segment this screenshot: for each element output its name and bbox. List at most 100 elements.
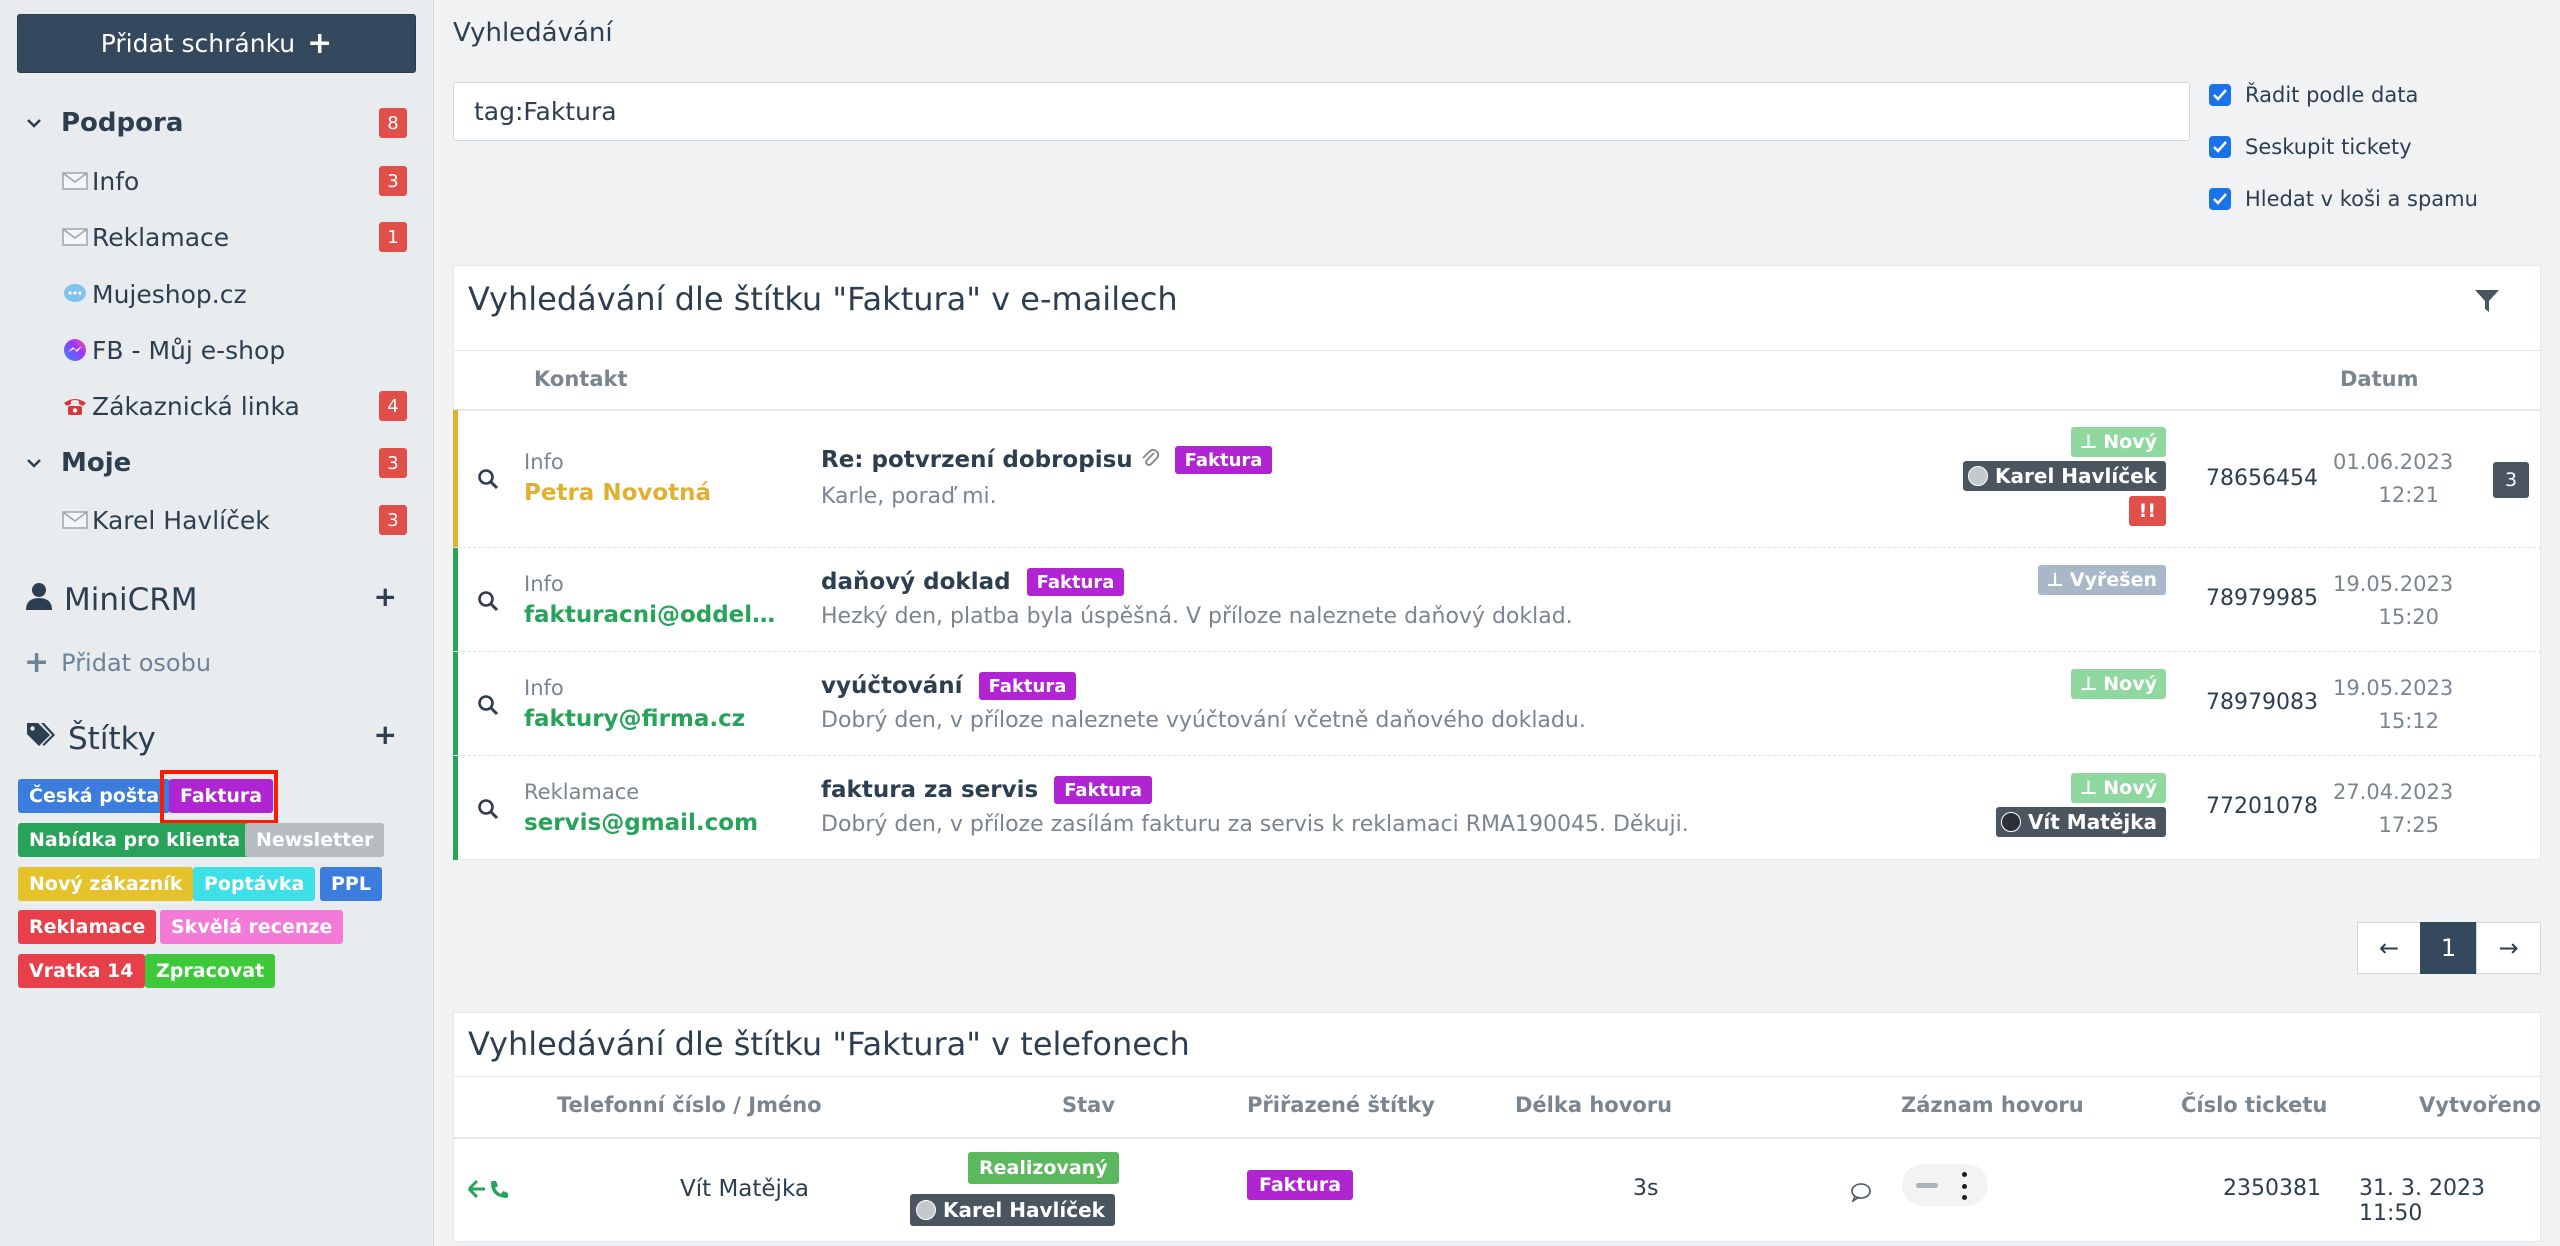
tag-newsletter[interactable]: Newsletter <box>245 823 385 857</box>
tags-section-title: Štítky <box>26 721 156 757</box>
email-date: 27.04.2023 17:25 <box>2333 780 2454 837</box>
assigned-agent-badge[interactable]: Karel Havlíček <box>1963 461 2166 491</box>
checkbox-checked[interactable] <box>2209 188 2231 210</box>
add-crm-plus-icon[interactable]: + <box>374 580 397 613</box>
status-badge[interactable]: ⊥ Vyřešen <box>2037 565 2166 595</box>
assigned-agent-badge[interactable]: Vít Matějka <box>1995 807 2166 837</box>
phone-icon <box>60 393 90 419</box>
add-person-label: Přidat osobu <box>61 648 212 677</box>
add-tag-plus-icon[interactable]: + <box>374 718 397 751</box>
status-badge[interactable]: ⊥ Nový <box>2070 427 2166 457</box>
sidebar-item-info[interactable]: Info 3 <box>0 159 434 203</box>
thread-count-badge[interactable]: 3 <box>2493 462 2529 498</box>
more-options-icon[interactable] <box>1957 1172 1971 1200</box>
envelope-icon <box>60 168 90 194</box>
option-group-tickets[interactable]: Seskupit tickety <box>2209 135 2412 159</box>
chat-bubble-icon <box>60 281 90 307</box>
avatar <box>1968 466 1989 486</box>
tag-faktura[interactable]: Faktura <box>1054 776 1152 804</box>
email-row[interactable]: Info Petra Novotná Re: potvrzení dobropi… <box>453 410 2541 548</box>
sidebar-item-label: Reklamace <box>92 222 230 252</box>
contact-name[interactable]: faktury@firma.cz <box>524 706 745 732</box>
tag-faktura[interactable]: Faktura <box>978 672 1077 700</box>
status-badge[interactable]: ⊥ Nový <box>2070 669 2166 699</box>
audio-player[interactable] <box>1902 1164 1988 1206</box>
contact-name[interactable]: servis@gmail.com <box>524 810 758 836</box>
sidebar-item-label: Karel Havlíček <box>92 505 270 535</box>
tag-vratka-14[interactable]: Vratka 14 <box>18 954 145 988</box>
option-search-trash-spam[interactable]: Hledat v koši a spamu <box>2209 187 2478 211</box>
add-mailbox-button[interactable]: Přidat schránku + <box>17 14 416 73</box>
tag-reklamace[interactable]: Reklamace <box>18 910 157 944</box>
tag-faktura[interactable]: Faktura <box>1026 568 1125 596</box>
option-label: Řadit podle data <box>2245 83 2419 107</box>
sidebar-group-label: Podpora <box>61 108 184 138</box>
tag-zpracovat[interactable]: Zpracovat <box>145 954 276 988</box>
option-sort-by-date[interactable]: Řadit podle data <box>2209 83 2418 107</box>
unread-badge: 3 <box>379 448 407 478</box>
audio-progress[interactable] <box>1916 1183 1938 1188</box>
tag-faktura[interactable]: Faktura <box>1174 446 1273 474</box>
sidebar-group-moje[interactable]: Moje 3 <box>0 441 434 485</box>
tag-skvela-recenze[interactable]: Skvělá recenze <box>160 910 344 944</box>
avatar <box>916 1200 936 1220</box>
add-person-link[interactable]: + Přidat osobu <box>24 645 211 680</box>
email-row[interactable]: Info faktury@firma.cz vyúčtování Faktura… <box>453 652 2541 756</box>
search-icon[interactable] <box>477 798 499 820</box>
tag-faktura[interactable]: Faktura <box>1247 1170 1354 1200</box>
caller-name[interactable]: Vít Matějka <box>680 1176 809 1202</box>
unread-badge: 3 <box>379 505 407 535</box>
search-icon[interactable] <box>477 694 499 716</box>
search-input[interactable] <box>453 82 2190 141</box>
status-badge[interactable]: ⊥ Nový <box>2070 773 2166 803</box>
filter-icon[interactable] <box>2474 288 2500 320</box>
unread-badge: 4 <box>379 391 407 421</box>
plus-icon: + <box>24 645 50 680</box>
sidebar-item-zakaznicka-linka[interactable]: Zákaznická linka 4 <box>0 384 434 428</box>
tag-poptavka[interactable]: Poptávka <box>193 867 316 901</box>
phone-call-row[interactable]: Vít Matějka Realizovaný Karel Havlíček F… <box>453 1138 2541 1242</box>
option-label: Seskupit tickety <box>2245 135 2412 159</box>
sidebar-item-label: FB - Můj e-shop <box>92 335 286 365</box>
sidebar-item-karel-havlicek[interactable]: Karel Havlíček 3 <box>0 498 434 542</box>
contact-name[interactable]: Petra Novotná <box>524 480 711 506</box>
tag-ppl[interactable]: PPL <box>320 867 382 901</box>
priority-badge[interactable]: !! <box>2128 496 2166 526</box>
checkbox-checked[interactable] <box>2209 136 2231 158</box>
pagination-prev[interactable]: ← <box>2357 922 2421 974</box>
pagination-current-page[interactable]: 1 <box>2420 922 2477 974</box>
sidebar-item-mujeshop[interactable]: Mujeshop.cz <box>0 272 434 316</box>
email-subject[interactable]: faktura za servis <box>821 777 1038 803</box>
sidebar-group-podpora[interactable]: Podpora 8 <box>0 101 434 145</box>
email-subject[interactable]: daňový doklad <box>821 569 1011 595</box>
email-row[interactable]: Info fakturacni@oddeleni... daňový dokla… <box>453 548 2541 652</box>
contact-name[interactable]: fakturacni@oddeleni... <box>524 602 789 628</box>
search-icon[interactable] <box>477 590 499 612</box>
status-badge[interactable]: Realizovaný <box>968 1152 1119 1184</box>
search-icon[interactable] <box>477 468 499 490</box>
sidebar-item-label: Zákaznická linka <box>92 391 300 421</box>
pagination-next[interactable]: → <box>2476 922 2541 974</box>
email-date: 01.06.2023 12:21 <box>2333 450 2454 507</box>
email-subject[interactable]: vyúčtování <box>821 673 963 699</box>
created-date: 31. 3. 2023 11:50 <box>2359 1176 2485 1226</box>
sidebar-item-reklamace[interactable]: Reklamace 1 <box>0 215 434 259</box>
tag-novy-zakaznik[interactable]: Nový zákazník <box>18 867 194 901</box>
tag-ceska-posta[interactable]: Česká pošta <box>18 779 171 813</box>
tag-nabidka-pro-klienta[interactable]: Nabídka pro klienta <box>18 823 252 857</box>
checkbox-checked[interactable] <box>2209 84 2231 106</box>
email-row[interactable]: Reklamace servis@gmail.com faktura za se… <box>453 756 2541 860</box>
unread-badge: 3 <box>379 166 407 196</box>
comment-icon[interactable] <box>1850 1180 1872 1208</box>
assigned-agent-badge[interactable]: Karel Havlíček <box>910 1194 1115 1226</box>
sidebar-item-label: Mujeshop.cz <box>92 279 247 309</box>
paperclip-icon <box>1141 446 1159 474</box>
email-subject[interactable]: Re: potvrzení dobropisu <box>821 447 1133 473</box>
mailbox-name: Info <box>524 572 564 596</box>
unread-badge: 1 <box>379 222 407 252</box>
incoming-call-icon <box>467 1178 511 1206</box>
mailbox-name: Info <box>524 676 564 700</box>
email-preview: Karle, poraď mi. <box>821 484 997 509</box>
unread-badge: 8 <box>379 108 407 138</box>
sidebar-item-fb-eshop[interactable]: FB - Můj e-shop <box>0 328 434 372</box>
